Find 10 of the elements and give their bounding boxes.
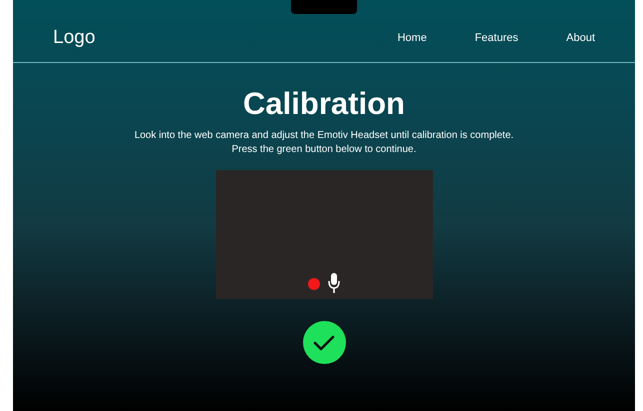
confirm-button[interactable] xyxy=(302,321,346,364)
logo-text: Logo xyxy=(53,26,96,50)
camera-notch xyxy=(291,0,357,14)
nav-link[interactable]: Features xyxy=(474,30,518,46)
instructions-text: Look into the web camera and adjust the Emotiv Headset until calibration is complete. Press the green button below to continue. xyxy=(134,129,514,156)
nav-link[interactable]: Home xyxy=(397,30,427,46)
microphone-icon[interactable] xyxy=(328,273,340,294)
checkmark-icon xyxy=(313,334,335,351)
nav-link[interactable]: About xyxy=(566,30,595,46)
page-title: Calibration xyxy=(243,87,405,122)
